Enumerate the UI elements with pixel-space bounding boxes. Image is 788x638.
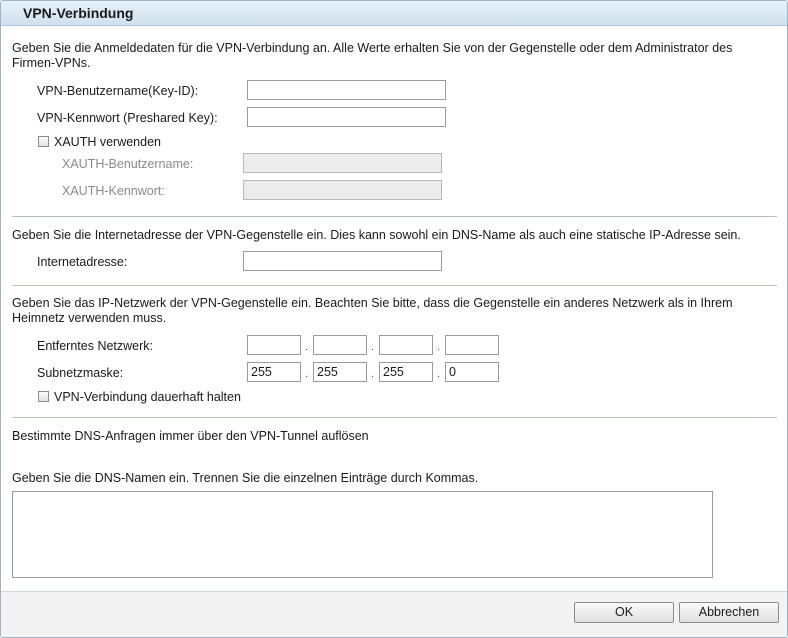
xauth-password-input xyxy=(243,180,442,200)
cancel-button[interactable]: Abbrechen xyxy=(679,602,779,623)
subnet-octet-4[interactable] xyxy=(445,362,499,382)
password-label: VPN-Kennwort (Preshared Key): xyxy=(37,111,218,125)
octet-separator: . xyxy=(371,341,375,353)
xauth-checkbox[interactable] xyxy=(38,136,49,147)
subnet-octet-1[interactable] xyxy=(247,362,301,382)
internet-address-input[interactable] xyxy=(243,251,442,271)
subnet-octet-2[interactable] xyxy=(313,362,367,382)
keepalive-label: VPN-Verbindung dauerhaft halten xyxy=(54,390,241,404)
octet-separator: . xyxy=(305,368,309,380)
dialog-title: VPN-Verbindung xyxy=(23,5,134,21)
section-divider xyxy=(12,285,777,286)
subnet-label: Subnetzmaske: xyxy=(37,366,124,380)
remote-network-octet-3[interactable] xyxy=(379,335,433,355)
dialog-titlebar: VPN-Verbindung xyxy=(1,1,787,26)
section-divider xyxy=(12,216,777,217)
dns-names-textarea[interactable] xyxy=(12,491,713,578)
username-label: VPN-Benutzername(Key-ID): xyxy=(37,84,199,98)
xauth-username-input xyxy=(243,153,442,173)
octet-separator: . xyxy=(437,368,441,380)
dns-instructions: Geben Sie die DNS-Namen ein. Trennen Sie… xyxy=(12,471,479,485)
xauth-password-label: XAUTH-Kennwort: xyxy=(62,184,165,198)
credentials-intro: Geben Sie die Anmeldedaten für die VPN-V… xyxy=(12,41,733,70)
remote-network-octet-1[interactable] xyxy=(247,335,301,355)
ok-button[interactable]: OK xyxy=(574,602,674,623)
vpn-dialog: VPN-Verbindung Geben Sie die Anmeldedate… xyxy=(0,0,788,638)
keepalive-checkbox[interactable] xyxy=(38,391,49,402)
username-input[interactable] xyxy=(247,80,446,100)
remote-network-label: Entferntes Netzwerk: xyxy=(37,339,154,353)
subnet-octet-3[interactable] xyxy=(379,362,433,382)
octet-separator: . xyxy=(305,341,309,353)
internet-address-label: Internetadresse: xyxy=(37,255,128,269)
remote-network-octet-2[interactable] xyxy=(313,335,367,355)
dns-heading: Bestimmte DNS-Anfragen immer über den VP… xyxy=(12,429,369,443)
xauth-label: XAUTH verwenden xyxy=(54,135,161,149)
remote-intro: Geben Sie die Internetadresse der VPN-Ge… xyxy=(12,228,741,242)
xauth-username-label: XAUTH-Benutzername: xyxy=(62,157,194,171)
network-intro: Geben Sie das IP-Netzwerk der VPN-Gegens… xyxy=(12,296,733,325)
octet-separator: . xyxy=(437,341,441,353)
password-input[interactable] xyxy=(247,107,446,127)
remote-network-octet-4[interactable] xyxy=(445,335,499,355)
section-divider xyxy=(12,417,777,418)
octet-separator: . xyxy=(371,368,375,380)
